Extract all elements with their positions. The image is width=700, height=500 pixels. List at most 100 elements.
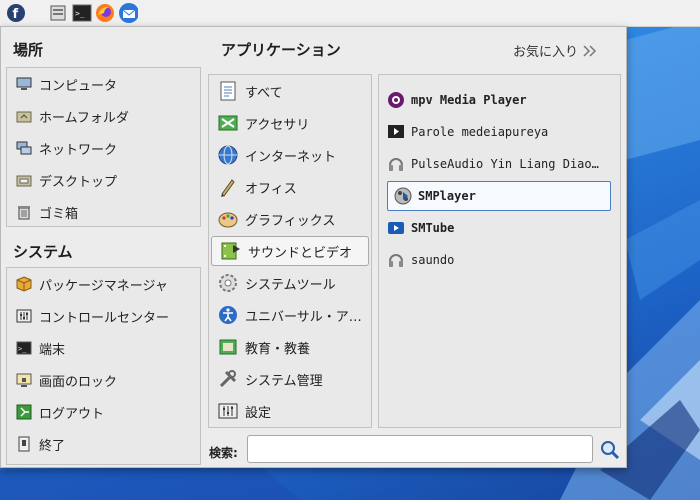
parole-icon <box>387 123 405 141</box>
places-heading: 場所 <box>13 41 44 59</box>
system-item-label: 端末 <box>39 342 66 358</box>
network-icon <box>15 139 33 157</box>
places-item-2[interactable]: ホームフォルダ <box>7 101 200 131</box>
search-input[interactable] <box>247 435 593 463</box>
chevron-right-icon <box>583 44 597 57</box>
all-apps-icon <box>217 80 239 102</box>
computer-icon <box>15 75 33 93</box>
thunderbird-icon[interactable] <box>118 3 138 23</box>
category-item-8[interactable]: ユニバーサル・ア… <box>209 300 371 330</box>
app-item-2[interactable]: Parole medeiapureya <box>379 117 620 147</box>
universal-access-icon <box>217 304 239 326</box>
category-list: すべてアクセサリインターネット オフィスグラフィックスサウンドとビデオ システムツー… <box>208 74 372 428</box>
administration-icon <box>217 368 239 390</box>
category-item-5[interactable]: グラフィックス <box>209 204 371 234</box>
firefox-icon[interactable] <box>95 3 115 23</box>
control-center-icon <box>15 307 33 325</box>
category-item-label: システムツール <box>245 277 336 293</box>
search-label: 検索: <box>209 446 238 460</box>
top-panel: f >_ <box>0 0 700 27</box>
category-item-label: オフィス <box>245 181 297 197</box>
category-item-10[interactable]: システム管理 <box>209 364 371 394</box>
svg-text:>_: >_ <box>18 345 27 353</box>
svg-text:f: f <box>13 7 19 22</box>
places-item-label: コンピュータ <box>39 78 118 94</box>
category-item-label: アクセサリ <box>245 117 310 133</box>
graphics-icon <box>217 208 239 230</box>
category-item-2[interactable]: アクセサリ <box>209 108 371 138</box>
category-item-label: すべて <box>245 85 283 101</box>
system-heading: システム <box>13 243 73 261</box>
search-icon <box>601 441 620 460</box>
terminal-icon: >_ <box>15 339 33 357</box>
system-item-1[interactable]: パッケージマネージャ <box>7 269 200 299</box>
favorites-label: お気に入り <box>512 45 578 60</box>
terminal-icon[interactable]: >_ <box>72 3 92 23</box>
search-button[interactable] <box>599 439 621 461</box>
application-menu: 場所 コンピュータ ホームフォルダ ネットワーク デスクトップ ゴミ箱 システム パッケ… <box>0 26 627 468</box>
settings-icon <box>217 400 239 422</box>
category-item-9[interactable]: 教育・教養 <box>209 332 371 362</box>
app-list: mpv Media Player Parole medeiapureya Pulse… <box>378 74 621 428</box>
shutdown-icon <box>15 435 33 453</box>
system-tools-icon <box>217 272 239 294</box>
app-item-label: mpv Media Player <box>411 93 527 107</box>
places-item-label: デスクトップ <box>39 174 118 190</box>
category-item-label: インターネット <box>245 149 337 165</box>
app-item-6[interactable]: saundo <box>379 245 620 275</box>
places-item-4[interactable]: デスクトップ <box>7 165 200 195</box>
category-item-label: サウンドとビデオ <box>248 245 353 261</box>
category-item-label: グラフィックス <box>245 213 336 229</box>
logout-icon <box>15 403 33 421</box>
category-item-label: 教育・教養 <box>245 341 311 357</box>
svg-text:>_: >_ <box>75 9 85 18</box>
mpv-icon <box>387 91 405 109</box>
category-item-11[interactable]: 設定 <box>209 396 371 426</box>
app-item-label: Parole medeiapureya <box>411 125 549 139</box>
education-icon <box>217 336 239 358</box>
places-item-label: ネットワーク <box>39 142 118 158</box>
system-item-label: 終了 <box>39 438 66 454</box>
accessories-icon <box>217 112 239 134</box>
app-item-1[interactable]: mpv Media Player <box>379 85 620 115</box>
category-item-label: ユニバーサル・ア… <box>245 309 362 325</box>
places-item-5[interactable]: ゴミ箱 <box>7 197 200 227</box>
system-item-label: ログアウト <box>39 406 105 422</box>
system-list: パッケージマネージャ コントロールセンター >_ 端末画面のロック ログアウト終了 <box>6 267 201 465</box>
fedora-icon[interactable]: f <box>6 3 26 23</box>
system-item-label: 画面のロック <box>39 374 118 390</box>
app-item-4[interactable]: SMPlayer <box>387 181 611 211</box>
system-item-3[interactable]: >_ 端末 <box>7 333 200 363</box>
places-list: コンピュータ ホームフォルダ ネットワーク デスクトップ ゴミ箱 <box>6 67 201 227</box>
category-item-1[interactable]: すべて <box>209 76 371 106</box>
favorites-button[interactable]: お気に入り <box>513 41 598 60</box>
category-item-7[interactable]: システムツール <box>209 268 371 298</box>
system-item-2[interactable]: コントロールセンター <box>7 301 200 331</box>
lock-screen-icon <box>15 371 33 389</box>
app-item-label: SMTube <box>411 221 455 235</box>
places-item-label: ホームフォルダ <box>39 110 129 126</box>
system-item-4[interactable]: 画面のロック <box>7 365 200 395</box>
category-item-6[interactable]: サウンドとビデオ <box>211 236 369 266</box>
category-item-label: 設定 <box>245 405 272 421</box>
system-item-label: パッケージマネージャ <box>39 278 168 294</box>
system-item-label: コントロールセンター <box>39 310 170 326</box>
places-item-3[interactable]: ネットワーク <box>7 133 200 163</box>
smtube-icon <box>387 219 405 237</box>
category-item-label: システム管理 <box>245 373 323 389</box>
smplayer-icon <box>394 187 412 205</box>
office-icon <box>217 176 239 198</box>
places-item-label: ゴミ箱 <box>39 206 79 222</box>
app-item-5[interactable]: SMTube <box>379 213 620 243</box>
category-item-3[interactable]: インターネット <box>209 140 371 170</box>
app-item-label: PulseAudio Yin Liang Diao… <box>411 157 599 171</box>
system-item-6[interactable]: 終了 <box>7 429 200 459</box>
app-item-3[interactable]: PulseAudio Yin Liang Diao… <box>379 149 620 179</box>
system-item-5[interactable]: ログアウト <box>7 397 200 427</box>
file-manager-icon[interactable] <box>48 3 68 23</box>
pulseaudio-icon <box>387 155 405 173</box>
desktop-folder-icon <box>15 171 33 189</box>
places-item-1[interactable]: コンピュータ <box>7 69 200 99</box>
category-item-4[interactable]: オフィス <box>209 172 371 202</box>
internet-icon <box>217 144 239 166</box>
